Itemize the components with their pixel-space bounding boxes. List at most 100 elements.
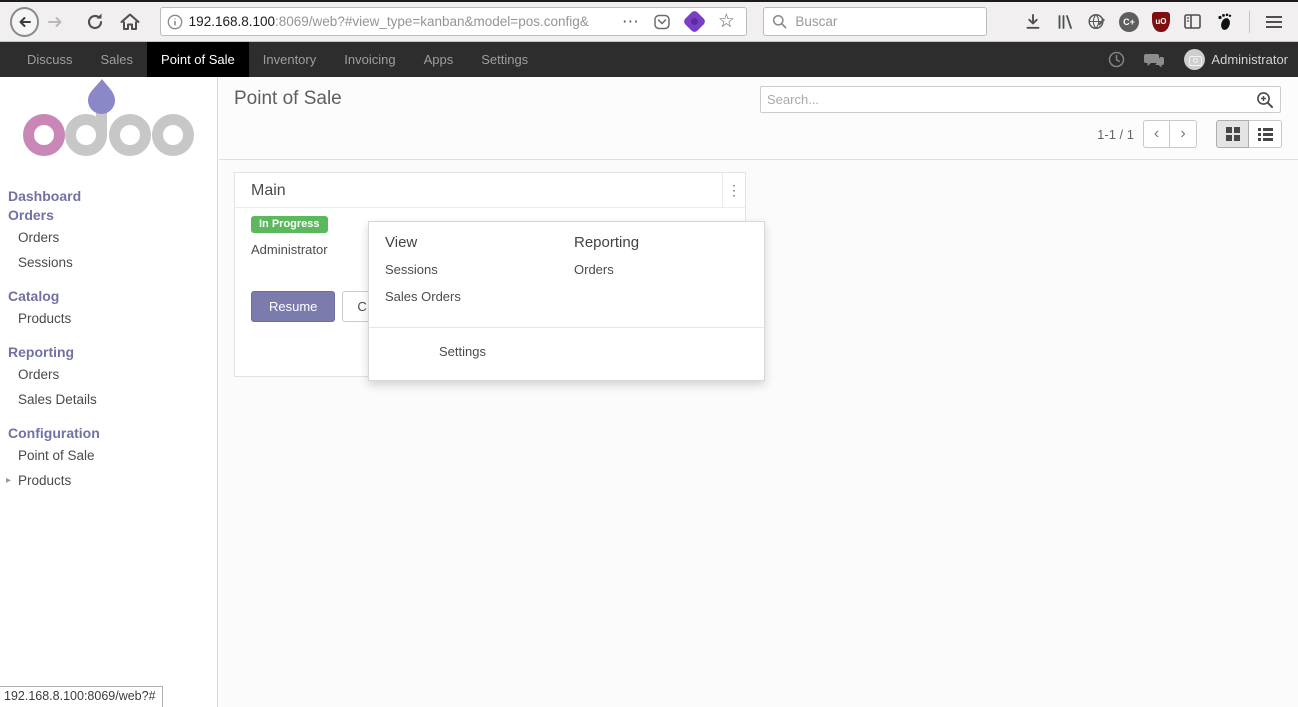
menu-button[interactable] [1260,8,1288,36]
sidebar-toggle-button[interactable] [1179,8,1207,36]
extension-gem-button[interactable] [680,8,708,36]
dropdown-view-header: View [385,234,461,251]
navbar-spacer [542,42,1100,77]
nav-item-settings[interactable]: Settings [467,42,542,77]
odoo-navbar: Discuss Sales Point of Sale Inventory In… [0,42,1298,77]
odoo-logo [18,78,217,161]
view-switcher [1216,120,1282,148]
sidebar-item-config-products[interactable]: ▸ Products [0,468,217,493]
ublock-button[interactable]: uO [1147,8,1175,36]
user-name[interactable]: Administrator [1211,52,1288,67]
pager-buttons: ‹ › [1143,120,1197,148]
bookmark-star-icon: ☆ [718,10,735,33]
messages-button[interactable] [1140,46,1168,74]
dropdown-item-sessions[interactable]: Sessions [385,262,461,277]
web-developer-button[interactable] [1083,8,1111,36]
control-panel: Point of Sale 1-1 / 1 ‹ › [219,77,1298,160]
pager-area: 1-1 / 1 ‹ › [1097,120,1282,148]
pos-kanban-card[interactable]: Main ⋮ In Progress Administrator Resume … [234,172,746,377]
nav-item-point-of-sale[interactable]: Point of Sale [147,42,249,77]
url-path: :8069/web?#view_type=kanban&model=pos.co… [275,14,589,29]
sidebar-header-orders[interactable]: Orders [0,206,217,225]
browser-search[interactable] [763,7,987,36]
sidebar-header-configuration[interactable]: Configuration [0,424,217,443]
sidebar-panel-icon [1183,13,1202,30]
page-actions-button[interactable]: ⋯ [616,8,644,36]
card-header: Main ⋮ [235,173,745,208]
download-icon [1024,13,1042,31]
activities-button[interactable] [1102,46,1130,74]
sidebar-item-sessions[interactable]: Sessions [0,250,217,275]
caret-right-icon[interactable]: ▸ [6,468,11,493]
nav-item-inventory[interactable]: Inventory [249,42,330,77]
search-plus-icon[interactable] [1256,91,1274,109]
reload-button[interactable] [81,8,108,36]
kanban-view-button[interactable] [1216,120,1249,148]
list-lines-icon [1258,128,1273,141]
chevron-right-icon: › [1180,125,1185,143]
chevron-left-icon: ‹ [1154,125,1159,143]
sidebar-item-label: Products [18,473,71,488]
pager-previous-button[interactable]: ‹ [1143,120,1170,148]
status-badge: In Progress [251,216,328,233]
resume-button[interactable]: Resume [251,291,335,322]
list-view-button[interactable] [1249,120,1282,148]
sidebar-item-point-of-sale[interactable]: Point of Sale [0,443,217,468]
bookmark-button[interactable]: ☆ [712,8,740,36]
dropdown-item-orders[interactable]: Orders [574,262,639,277]
extension-cplus-button[interactable]: C+ [1115,8,1143,36]
card-buttons: Resume C [251,291,382,322]
dropdown-reporting-column: Reporting Orders [574,234,639,289]
user-avatar[interactable] [1184,49,1205,70]
browser-search-input[interactable] [795,14,965,29]
downloads-button[interactable] [1019,8,1047,36]
gem-extension-icon [682,9,706,33]
library-icon [1056,13,1074,31]
forward-button[interactable] [41,8,68,36]
gnome-foot-icon [1215,12,1234,31]
nav-item-apps[interactable]: Apps [410,42,468,77]
sidebar-item-products[interactable]: Products [0,306,217,331]
sidebar-item-orders[interactable]: Orders [0,225,217,250]
sidebar-header-catalog[interactable]: Catalog [0,287,217,306]
sidebar-header-dashboard[interactable]: Dashboard [0,187,217,206]
browser-toolbar: 192.168.8.100:8069/web?#view_type=kanban… [0,2,1298,42]
sidebar-header-reporting[interactable]: Reporting [0,343,217,362]
gnome-extension-button[interactable] [1211,8,1239,36]
library-button[interactable] [1051,8,1079,36]
sidebar-item-reporting-orders[interactable]: Orders [0,362,217,387]
pocket-button[interactable] [648,8,676,36]
cplus-extension-icon: C+ [1119,12,1139,32]
record-search-input[interactable] [767,92,1256,107]
ublock-shield-icon: uO [1152,12,1170,32]
record-search[interactable] [760,86,1281,113]
dropdown-item-settings[interactable]: Settings [439,344,486,359]
dropdown-reporting-header: Reporting [574,234,639,251]
kebab-icon: ⋮ [727,182,741,199]
nav-item-sales[interactable]: Sales [87,42,148,77]
pager-next-button[interactable]: › [1170,120,1197,148]
card-title: Main [235,173,722,207]
odoo-logo-image [18,78,203,156]
dropdown-divider [369,327,764,328]
clock-icon [1108,51,1125,68]
back-icon [16,13,34,31]
dropdown-item-sales-orders[interactable]: Sales Orders [385,289,461,304]
kanban-view: Main ⋮ In Progress Administrator Resume … [219,160,1298,707]
sidebar-item-sales-details[interactable]: Sales Details [0,387,217,412]
url-bar[interactable]: 192.168.8.100:8069/web?#view_type=kanban… [160,7,748,36]
back-button[interactable] [10,7,39,37]
nav-item-discuss[interactable]: Discuss [13,42,87,77]
pocket-icon [653,13,671,31]
reload-icon [85,12,105,32]
page-info-icon[interactable] [167,14,183,30]
odoo-systray: Administrator [1100,42,1298,77]
nav-item-invoicing[interactable]: Invoicing [330,42,409,77]
home-button[interactable] [116,8,143,36]
home-icon [119,12,141,32]
kanban-grid-icon [1226,127,1240,141]
dropdown-view-column: View Sessions Sales Orders [385,234,461,316]
browser-systray: C+ uO [1017,8,1290,36]
chat-bubbles-icon [1144,52,1165,68]
card-manage-button[interactable]: ⋮ [722,173,745,207]
